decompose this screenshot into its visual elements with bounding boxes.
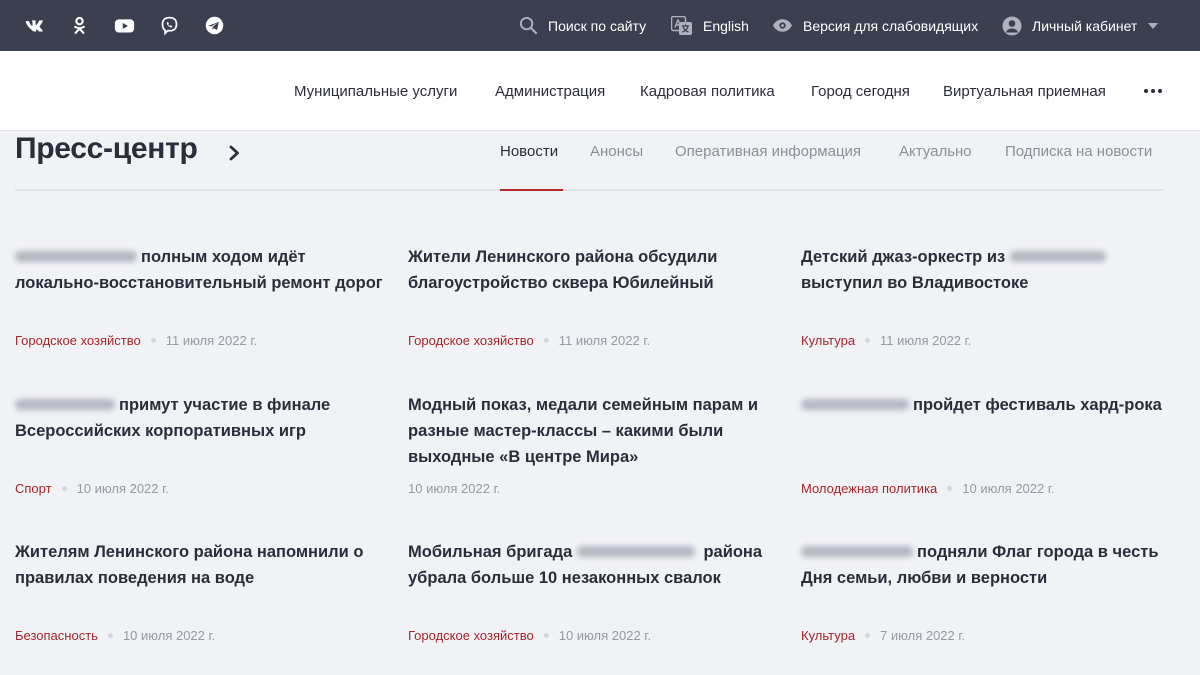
- separator-dot: [107, 633, 113, 638]
- news-meta: Культура 7 июля 2022 г.: [801, 628, 965, 643]
- news-date: 10 июля 2022 г.: [76, 481, 169, 496]
- news-category[interactable]: Спорт: [15, 481, 52, 496]
- nav-item-hr-policy[interactable]: Кадровая политика: [640, 51, 775, 130]
- news-item[interactable]: примут участие в финале Всероссийских ко…: [15, 392, 387, 444]
- separator-dot: [947, 486, 953, 491]
- eye-icon: [772, 19, 793, 32]
- separator-dot: [865, 338, 871, 343]
- tab-actual[interactable]: Актуально: [899, 143, 972, 160]
- tab-news-subscription[interactable]: Подписка на новости: [1005, 143, 1152, 160]
- news-meta: Молодежная политика 10 июля 2022 г.: [801, 481, 1055, 496]
- news-category[interactable]: Городское хозяйство: [408, 628, 534, 643]
- accessibility-label: Версия для слабовидящих: [803, 17, 979, 34]
- news-title[interactable]: полным ходом идёт локально-восстановител…: [15, 244, 387, 296]
- news-date: 10 июля 2022 г.: [558, 628, 652, 643]
- news-title[interactable]: примут участие в финале Всероссийских ко…: [15, 392, 387, 444]
- redacted-text: [1009, 251, 1106, 263]
- nav-item-virtual-reception[interactable]: Виртуальная приемная: [943, 51, 1106, 130]
- news-meta: Городское хозяйство 11 июля 2022 г.: [408, 333, 650, 348]
- news-category[interactable]: Культура: [801, 333, 855, 348]
- news-title[interactable]: подняли Флаг города в честь Дня семьи, л…: [801, 539, 1173, 591]
- tabs-divider: [15, 189, 1164, 191]
- telegram-icon[interactable]: [204, 15, 225, 36]
- news-meta: 10 июля 2022 г.: [408, 481, 500, 496]
- translate-icon: [671, 15, 692, 35]
- redacted-text: [576, 546, 695, 558]
- account-menu-button[interactable]: Личный кабинет: [1002, 0, 1159, 51]
- news-date: 11 июля 2022 г.: [558, 333, 651, 348]
- news-title-part: Мобильная бригада: [408, 543, 573, 561]
- news-title-part: выступил во Владивостоке: [801, 274, 1029, 292]
- news-date: 11 июля 2022 г.: [165, 333, 258, 348]
- tab-news[interactable]: Новости: [500, 143, 558, 160]
- more-menu-icon[interactable]: [1143, 87, 1163, 95]
- site-search-label: Поиск по сайту: [548, 17, 647, 34]
- redacted-text: [801, 399, 909, 411]
- news-item[interactable]: Жители Ленинского района обсудили благоу…: [408, 244, 780, 296]
- nav-item-administration[interactable]: Администрация: [495, 51, 605, 130]
- news-date: 10 июля 2022 г.: [408, 481, 501, 496]
- news-meta: Городское хозяйство 10 июля 2022 г.: [408, 628, 651, 643]
- news-meta: Культура 11 июля 2022 г.: [801, 333, 971, 348]
- language-switch-button[interactable]: English: [671, 0, 749, 51]
- vk-icon[interactable]: [24, 15, 45, 36]
- news-date: 10 июля 2022 г.: [962, 481, 1055, 496]
- nav-item-municipal-services[interactable]: Муниципальные услуги: [294, 51, 457, 130]
- separator-dot: [543, 338, 549, 343]
- tab-announcements[interactable]: Анонсы: [590, 143, 643, 160]
- news-item[interactable]: полным ходом идёт локально-восстановител…: [15, 244, 387, 296]
- news-title[interactable]: пройдет фестиваль хард-рока: [801, 392, 1173, 418]
- news-date: 11 июля 2022 г.: [880, 333, 972, 348]
- redacted-text: [15, 251, 137, 263]
- main-navigation: Муниципальные услуги Администрация Кадро…: [0, 51, 1200, 131]
- news-category[interactable]: Городское хозяйство: [408, 333, 534, 348]
- news-meta: Безопасность 10 июля 2022 г.: [15, 628, 215, 643]
- news-category[interactable]: Городское хозяйство: [15, 333, 141, 348]
- youtube-icon[interactable]: [114, 15, 135, 36]
- news-item[interactable]: Модный показ, медали семейным парам и ра…: [408, 392, 780, 470]
- social-links: [24, 0, 249, 51]
- news-title[interactable]: Детский джаз-оркестр из выступил во Влад…: [801, 244, 1173, 296]
- top-bar: Поиск по сайту English Версия для слабов…: [0, 0, 1200, 51]
- language-label: English: [703, 17, 749, 34]
- news-item[interactable]: подняли Флаг города в честь Дня семьи, л…: [801, 539, 1173, 591]
- tab-operational-info[interactable]: Оперативная информация: [675, 143, 861, 160]
- separator-dot: [865, 633, 871, 638]
- news-item[interactable]: пройдет фестиваль хард-рока: [801, 392, 1173, 418]
- chevron-down-icon: [1148, 22, 1159, 29]
- separator-dot: [61, 486, 67, 491]
- page-title[interactable]: Пресс-центр: [15, 132, 198, 166]
- separator-dot: [543, 633, 549, 638]
- news-item[interactable]: Детский джаз-оркестр из выступил во Влад…: [801, 244, 1173, 296]
- news-title-part: Детский джаз-оркестр из: [801, 248, 1006, 266]
- redacted-text: [801, 546, 913, 558]
- chevron-right-icon[interactable]: [226, 141, 246, 165]
- viber-icon[interactable]: [159, 15, 180, 36]
- news-title[interactable]: Жители Ленинского района обсудили благоу…: [408, 244, 780, 296]
- news-item[interactable]: Мобильная бригада района убрала больше 1…: [408, 539, 780, 591]
- odnoklassniki-icon[interactable]: [69, 15, 90, 36]
- account-label: Личный кабинет: [1032, 17, 1138, 34]
- active-tab-indicator: [500, 189, 563, 191]
- news-title[interactable]: Модный показ, медали семейным парам и ра…: [408, 392, 780, 470]
- search-icon: [519, 16, 538, 35]
- news-title-text: пройдет фестиваль хард-рока: [913, 396, 1162, 414]
- news-title[interactable]: Жителям Ленинского района напомнили о пр…: [15, 539, 387, 591]
- news-category[interactable]: Культура: [801, 628, 855, 643]
- news-category[interactable]: Молодежная политика: [801, 481, 937, 496]
- news-item[interactable]: Жителям Ленинского района напомнили о пр…: [15, 539, 387, 591]
- news-category[interactable]: Безопасность: [15, 628, 98, 643]
- redacted-text: [15, 399, 115, 411]
- accessibility-version-button[interactable]: Версия для слабовидящих: [772, 0, 978, 51]
- news-title[interactable]: Мобильная бригада района убрала больше 1…: [408, 539, 780, 591]
- news-meta: Городское хозяйство 11 июля 2022 г.: [15, 333, 257, 348]
- news-date: 10 июля 2022 г.: [122, 628, 216, 643]
- separator-dot: [150, 338, 156, 343]
- news-date: 7 июля 2022 г.: [880, 628, 966, 643]
- nav-item-city-today[interactable]: Город сегодня: [811, 51, 910, 130]
- news-meta: Спорт 10 июля 2022 г.: [15, 481, 169, 496]
- user-icon: [1002, 16, 1022, 35]
- site-search-button[interactable]: Поиск по сайту: [519, 0, 646, 51]
